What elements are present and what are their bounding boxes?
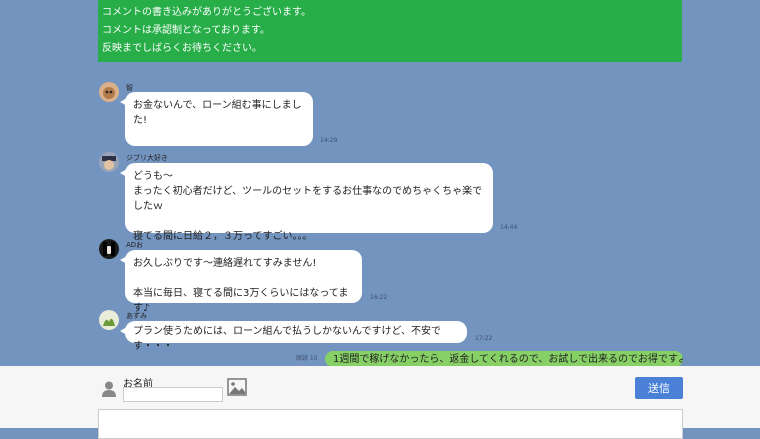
avatar bbox=[99, 239, 119, 259]
read-receipt: 既読 10 bbox=[296, 355, 318, 362]
notice-line: コメントの書き込みがありがとうございます。 bbox=[102, 7, 311, 18]
avatar bbox=[99, 152, 119, 172]
send-button[interactable]: 送信 bbox=[635, 377, 683, 399]
message-time: 14:44 bbox=[500, 224, 518, 231]
name-input[interactable] bbox=[123, 387, 223, 402]
own-message-bubble: 1週間で稼げなかったら、返金してくれるので、お試しで出来るのでお得ですよ〜 bbox=[325, 351, 683, 367]
message-time: 17:22 bbox=[475, 335, 493, 342]
commenter-name: あずみ bbox=[126, 312, 147, 320]
person-icon bbox=[102, 381, 116, 397]
comment-textarea[interactable] bbox=[98, 409, 683, 439]
commenter-name: ADお bbox=[126, 241, 144, 249]
message-bubble: プラン使うためには、ローン組んで払うしかないんですけど、不安です・・・ bbox=[120, 321, 467, 352]
message-time: 14:29 bbox=[320, 137, 338, 144]
message-time: 16:22 bbox=[370, 294, 388, 301]
message-bubble: お久しぶりです〜連絡遅れてすみません! 本当に毎日、寝てる間に3万くらいにはなっ… bbox=[120, 250, 362, 314]
notice-line: コメントは承認制となっております。 bbox=[102, 25, 270, 36]
message-bubble: どうも〜 まったく初心者だけど、ツールのセットをするお仕事なのでめちゃくちゃ楽で… bbox=[120, 163, 493, 242]
notice-line: 反映までしばらくお待ちください。 bbox=[102, 43, 262, 54]
comment-notice-banner: コメントの書き込みがありがとうございます。 コメントは承認制となっております。 … bbox=[98, 0, 682, 62]
image-icon[interactable] bbox=[227, 378, 247, 396]
commenter-name: ジブリ大好き bbox=[126, 154, 168, 162]
message-bubble: お金ないんで、ローン組む事にしました! bbox=[120, 92, 313, 146]
avatar bbox=[99, 310, 119, 330]
avatar bbox=[99, 82, 119, 102]
